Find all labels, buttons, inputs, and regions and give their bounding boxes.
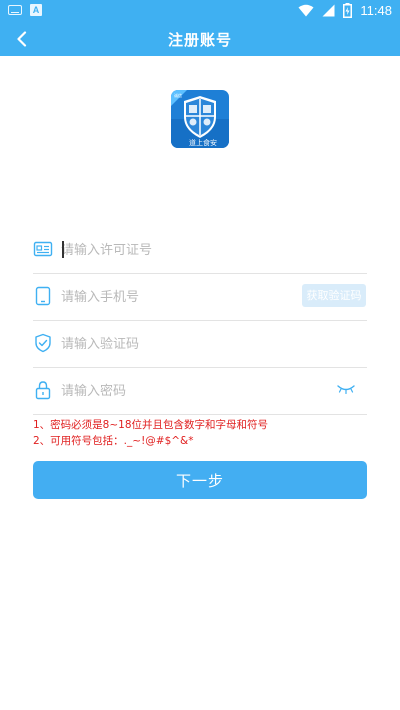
next-step-button[interactable]: 下一步 [33, 461, 367, 499]
shield-check-icon [35, 333, 51, 353]
phone-input[interactable] [61, 283, 291, 311]
signal-icon [322, 4, 335, 17]
password-input[interactable] [61, 377, 291, 405]
lock-icon [35, 381, 51, 400]
id-card-icon [33, 241, 53, 257]
a-icon: A [30, 4, 42, 16]
wifi-icon [298, 4, 314, 17]
code-input[interactable] [61, 330, 291, 358]
get-code-button[interactable]: 获取验证码 [302, 284, 366, 307]
rule-line: 1、密码必须是8~18位并且包含数字和字母和符号 [33, 419, 269, 431]
logo-corner-text: 诚信 [174, 92, 182, 98]
code-field [33, 322, 367, 368]
battery-icon [343, 3, 353, 18]
keyboard-icon [8, 5, 22, 15]
password-rules: 1、密码必须是8~18位并且包含数字和字母和符号 2、可用符号包括：._~!@#… [33, 417, 268, 449]
text-cursor [62, 241, 64, 258]
eye-closed-icon[interactable] [337, 384, 355, 394]
page-title: 注册账号 [167, 31, 232, 49]
license-input[interactable] [61, 236, 291, 264]
app-logo: 道上食安 诚信 [171, 90, 229, 148]
rule-line: 2、可用符号包括：._~!@#$^&* [33, 435, 194, 447]
password-field [33, 369, 367, 415]
status-time: 11:48 [360, 3, 392, 18]
app-bar: 注册账号 [0, 22, 400, 56]
phone-icon [35, 286, 51, 306]
license-field [33, 228, 367, 274]
status-bar: A 11:48 [0, 0, 400, 22]
phone-field: 获取验证码 [33, 275, 367, 321]
logo-tag-text: 道上食安 [189, 138, 217, 147]
